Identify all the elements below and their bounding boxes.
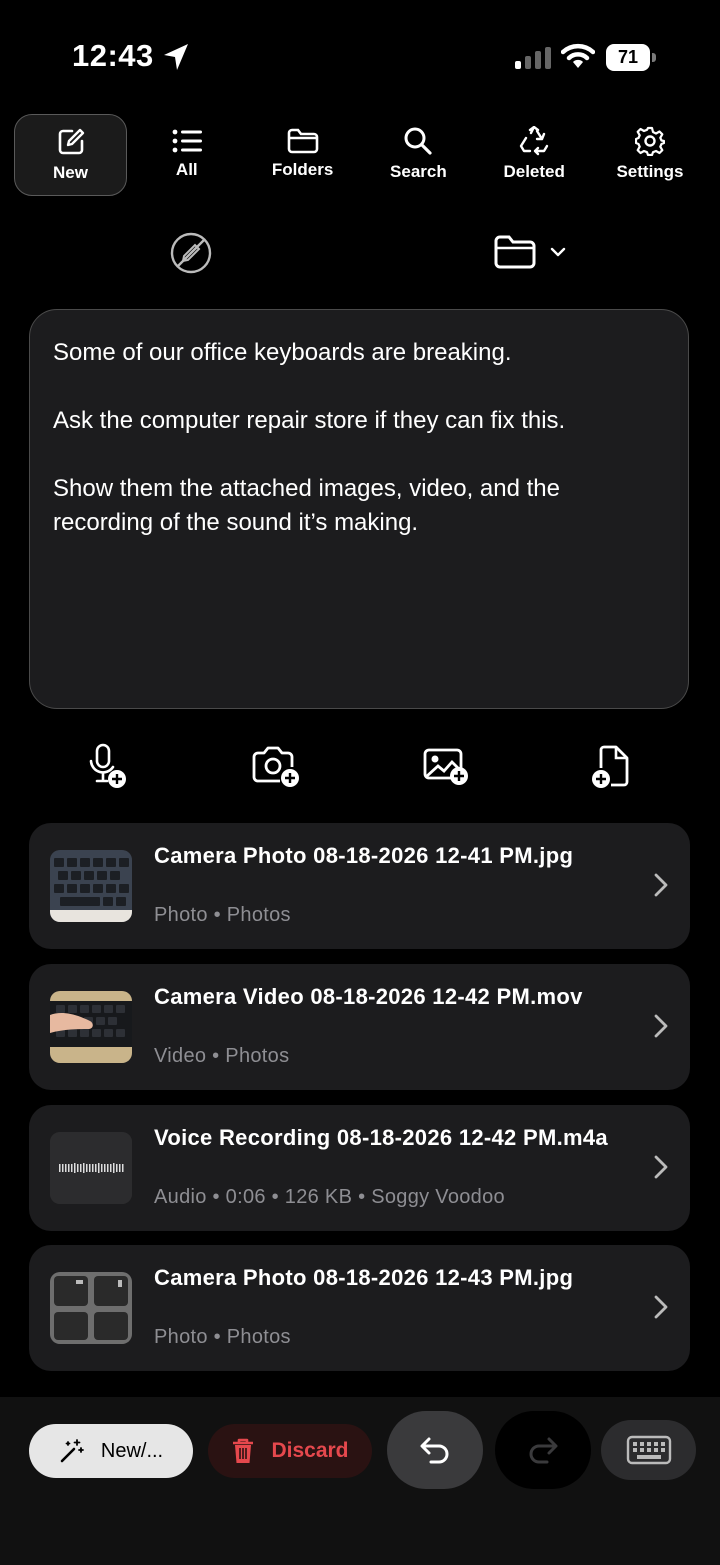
note-editor[interactable]: Some of our office keyboards are breakin… bbox=[29, 309, 689, 709]
waveform-icon bbox=[50, 1132, 132, 1204]
compose-icon bbox=[58, 128, 84, 155]
attachment-title: Camera Photo 08-18-2026 12-41 PM.jpg bbox=[154, 843, 574, 868]
attachment-title: Camera Photo 08-18-2026 12-43 PM.jpg bbox=[154, 1265, 574, 1290]
magic-wand-icon bbox=[60, 1439, 84, 1463]
add-image-icon[interactable] bbox=[422, 747, 470, 787]
folder-icon bbox=[494, 235, 536, 269]
toolbar-settings-label: Settings bbox=[616, 162, 684, 181]
keyboard-video-thumbnail bbox=[50, 991, 132, 1063]
attachment-meta: Audio • 0:06 • 126 KB • Soggy Voodoo bbox=[154, 1186, 505, 1208]
battery-level: 71 bbox=[606, 44, 650, 71]
chevron-right-icon bbox=[654, 1155, 668, 1179]
discard-button[interactable]: Discard bbox=[208, 1424, 372, 1478]
main-toolbar: New All Folders Search Deleted Settings bbox=[14, 114, 706, 196]
chevron-down-icon bbox=[550, 247, 566, 257]
toolbar-all-label: All bbox=[175, 160, 198, 179]
attach-actions bbox=[29, 742, 691, 792]
toolbar-new-label: New bbox=[53, 163, 88, 182]
chevron-right-icon bbox=[654, 873, 668, 897]
attachment-meta: Photo • Photos bbox=[154, 904, 291, 926]
redo-icon bbox=[529, 1437, 558, 1464]
cellular-signal-icon bbox=[515, 47, 551, 69]
redo-button[interactable] bbox=[495, 1411, 591, 1489]
recycle-icon bbox=[519, 126, 549, 156]
attachment-row[interactable]: Camera Photo 08-18-2026 12-41 PM.jpg Pho… bbox=[29, 823, 690, 949]
add-audio-icon[interactable] bbox=[89, 743, 129, 791]
attachment-title: Voice Recording 08-18-2026 12-42 PM.m4a bbox=[154, 1125, 608, 1150]
new-template-label: New/... bbox=[100, 1439, 164, 1462]
toolbar-search-label: Search bbox=[390, 162, 447, 181]
toolbar-search-button[interactable]: Search bbox=[362, 114, 474, 194]
chevron-right-icon bbox=[654, 1295, 668, 1319]
toolbar-all-button[interactable]: All bbox=[131, 114, 243, 194]
keyboard-photo-thumbnail bbox=[50, 850, 132, 922]
attachment-meta: Photo • Photos bbox=[154, 1326, 291, 1348]
pencil-slash-icon[interactable] bbox=[170, 232, 212, 274]
bottom-bar bbox=[0, 1397, 720, 1565]
undo-icon bbox=[420, 1437, 449, 1464]
toolbar-deleted-label: Deleted bbox=[503, 162, 565, 181]
toolbar-settings-button[interactable]: Settings bbox=[594, 114, 706, 194]
location-arrow-icon bbox=[162, 42, 190, 72]
attachment-title: Camera Video 08-18-2026 12-42 PM.mov bbox=[154, 984, 583, 1009]
attachment-meta: Video • Photos bbox=[154, 1045, 290, 1067]
toolbar-new-button[interactable]: New bbox=[14, 114, 127, 196]
new-template-button[interactable]: New/... bbox=[29, 1424, 193, 1478]
battery-icon: 71 bbox=[606, 44, 656, 71]
keyboard-icon bbox=[626, 1435, 671, 1465]
folder-select[interactable] bbox=[494, 235, 566, 269]
search-icon bbox=[404, 127, 432, 155]
add-camera-icon[interactable] bbox=[250, 745, 302, 789]
trash-icon bbox=[233, 1438, 254, 1463]
gear-icon bbox=[634, 126, 665, 156]
note-text[interactable]: Some of our office keyboards are breakin… bbox=[53, 336, 665, 540]
undo-button[interactable] bbox=[387, 1411, 483, 1489]
list-icon bbox=[172, 129, 202, 153]
toolbar-folders-label: Folders bbox=[271, 160, 334, 179]
keycap-photo-thumbnail bbox=[50, 1272, 132, 1344]
add-file-icon[interactable] bbox=[591, 744, 631, 790]
status-time: 12:43 bbox=[72, 38, 154, 73]
wifi-icon bbox=[561, 43, 595, 69]
attachment-row[interactable]: Camera Video 08-18-2026 12-42 PM.mov Vid… bbox=[29, 964, 690, 1090]
toolbar-deleted-button[interactable]: Deleted bbox=[478, 114, 590, 194]
folder-icon bbox=[287, 128, 318, 154]
toolbar-folders-button[interactable]: Folders bbox=[247, 114, 359, 194]
chevron-right-icon bbox=[654, 1014, 668, 1038]
attachment-row[interactable]: Camera Photo 08-18-2026 12-43 PM.jpg Pho… bbox=[29, 1245, 690, 1371]
attachment-row[interactable]: Voice Recording 08-18-2026 12-42 PM.m4a … bbox=[29, 1105, 690, 1231]
keyboard-toggle-button[interactable] bbox=[601, 1420, 696, 1480]
discard-label: Discard bbox=[271, 1439, 349, 1462]
